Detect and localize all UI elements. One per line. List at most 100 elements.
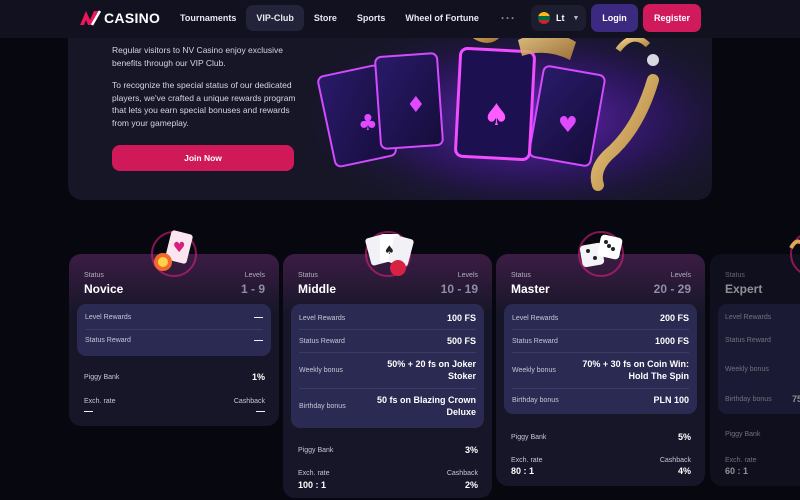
piggy-bank-value: 1%	[251, 372, 265, 382]
weekly-bonus-value: 50% + 20 fs on Joker Stoker	[387, 359, 476, 381]
svg-text:♠: ♠	[483, 98, 510, 133]
playing-cards-chip-icon: ♥	[151, 230, 197, 277]
level-rewards-value: 100 FS	[446, 313, 476, 323]
status-reward-label: Status Reward	[512, 337, 558, 345]
status-name: Master	[511, 282, 550, 296]
divider	[512, 352, 689, 353]
nav-sports[interactable]: Sports	[347, 5, 396, 31]
expert-level-icon	[789, 235, 800, 273]
divider	[299, 329, 476, 330]
cashback-value: —	[256, 406, 265, 416]
hero-description: Regular visitors to NV Casino enjoy excl…	[112, 44, 302, 139]
status-reward-label: Status Reward	[725, 337, 771, 344]
level-rewards-value: 200 FS	[659, 313, 689, 323]
status-label: Status	[298, 272, 318, 279]
vip-level-card-expert[interactable]: Status Expert Level Rewards Status Rewar…	[710, 254, 800, 486]
svg-text:♣: ♣	[358, 111, 378, 136]
cashback-label: Cashback	[233, 398, 265, 405]
status-reward-value: —	[254, 335, 263, 345]
logo[interactable]: CASINO	[79, 10, 160, 26]
exch-rate-value: —	[84, 406, 93, 416]
nav-wheel-of-fortune[interactable]: Wheel of Fortune	[395, 5, 489, 31]
exch-rate-label: Exch. rate	[725, 457, 757, 464]
language-code: Lt	[556, 13, 565, 23]
birthday-bonus-label: Birthday bonus	[299, 402, 346, 410]
status-name: Expert	[725, 282, 763, 296]
weekly-bonus-label: Weekly bonus	[725, 366, 769, 373]
cashback-value: 2%	[464, 480, 478, 490]
playing-cards-illustration: ♣ ♦ ♠ ♥	[308, 20, 712, 200]
nav-store[interactable]: Store	[304, 5, 347, 31]
cashback-value: 4%	[677, 466, 691, 476]
levels-label: Levels	[244, 272, 265, 279]
exch-rate-value: 80 : 1	[511, 466, 535, 476]
level-rewards-label: Level Rewards	[85, 313, 132, 321]
levels-range: 1 - 9	[240, 282, 265, 296]
weekly-bonus-label: Weekly bonus	[299, 366, 343, 374]
hero-paragraph-2: To recognize the special status of our d…	[112, 80, 296, 128]
piggy-bank-value: 3%	[464, 445, 478, 455]
svg-text:♦: ♦	[406, 93, 426, 118]
exch-rate-label: Exch. rate	[511, 457, 543, 464]
exch-rate-value: 60 : 1	[725, 466, 749, 476]
more-menu-icon[interactable]: ···	[489, 5, 528, 31]
piggy-bank-label: Piggy Bank	[725, 431, 761, 438]
join-now-button[interactable]: Join Now	[112, 145, 294, 171]
dice-icon	[578, 231, 624, 277]
level-rewards-label: Level Rewards	[725, 314, 772, 321]
divider	[85, 329, 263, 330]
piggy-bank-label: Piggy Bank	[84, 373, 120, 381]
main-nav: Tournaments VIP-Club Store Sports Wheel …	[170, 5, 528, 31]
rewards-panel: Level Rewards 100 FS Status Reward 500 F…	[291, 304, 484, 428]
exch-rate-label: Exch. rate	[84, 398, 116, 405]
status-label: Status	[511, 272, 531, 279]
register-button[interactable]: Register	[643, 4, 701, 32]
weekly-bonus-value: 70% + 30 fs on Coin Win: Hold The Spin	[582, 359, 689, 381]
login-button[interactable]: Login	[591, 4, 638, 32]
status-label: Status	[725, 272, 745, 279]
level-rewards-value: —	[254, 312, 263, 322]
svg-text:♥: ♥	[558, 113, 578, 138]
nav-tournaments[interactable]: Tournaments	[170, 5, 246, 31]
exch-rate-value: 100 : 1	[298, 480, 327, 490]
levels-label: Levels	[457, 272, 478, 279]
logo-text: CASINO	[104, 10, 161, 26]
divider	[299, 352, 476, 353]
language-selector[interactable]: Lt ▼	[531, 5, 586, 31]
piggy-bank-label: Piggy Bank	[511, 433, 547, 441]
rewards-panel: Level Rewards 200 FS Status Reward 1000 …	[504, 304, 697, 414]
lithuania-flag-icon	[538, 12, 550, 24]
cashback-label: Cashback	[446, 470, 478, 477]
level-rewards-label: Level Rewards	[512, 314, 559, 322]
divider	[299, 388, 476, 389]
piggy-bank-label: Piggy Bank	[298, 446, 334, 454]
rewards-panel: Level Rewards — Status Reward —	[77, 304, 271, 356]
vip-level-card-master[interactable]: Status Master Levels 20 - 29 Level Rewar…	[496, 254, 705, 486]
cashback-label: Cashback	[659, 457, 691, 464]
svg-text:♠: ♠	[384, 243, 395, 257]
hero-paragraph-1: Regular visitors to NV Casino enjoy excl…	[112, 45, 284, 68]
weekly-bonus-label: Weekly bonus	[512, 366, 556, 374]
nv-logo-icon	[80, 10, 101, 26]
poker-cards-icon: ♠	[365, 231, 414, 277]
levels-label: Levels	[670, 272, 691, 279]
svg-text:♥: ♥	[173, 240, 186, 256]
levels-range: 10 - 19	[440, 282, 478, 296]
nav-vip-club[interactable]: VIP-Club	[246, 5, 304, 31]
divider	[512, 329, 689, 330]
exch-rate-label: Exch. rate	[298, 470, 330, 477]
birthday-bonus-value: PLN 100	[653, 395, 689, 405]
divider	[512, 388, 689, 389]
status-reward-value: 1000 FS	[654, 336, 689, 346]
piggy-bank-value: 5%	[677, 432, 691, 442]
status-name: Middle	[298, 282, 336, 296]
vip-level-card-middle[interactable]: Status Middle Levels 10 - 19 Level Rewar…	[283, 254, 492, 498]
birthday-bonus-value: 75 f	[792, 394, 800, 404]
birthday-bonus-label: Birthday bonus	[725, 396, 772, 403]
birthday-bonus-value: 50 fs on Blazing Crown Deluxe	[376, 395, 476, 417]
chevron-down-icon: ▼	[572, 14, 580, 22]
status-label: Status	[84, 272, 104, 279]
levels-range: 20 - 29	[653, 282, 691, 296]
birthday-bonus-label: Birthday bonus	[512, 396, 559, 404]
rewards-panel: Level Rewards Status Reward Weekly bonus…	[718, 304, 800, 414]
